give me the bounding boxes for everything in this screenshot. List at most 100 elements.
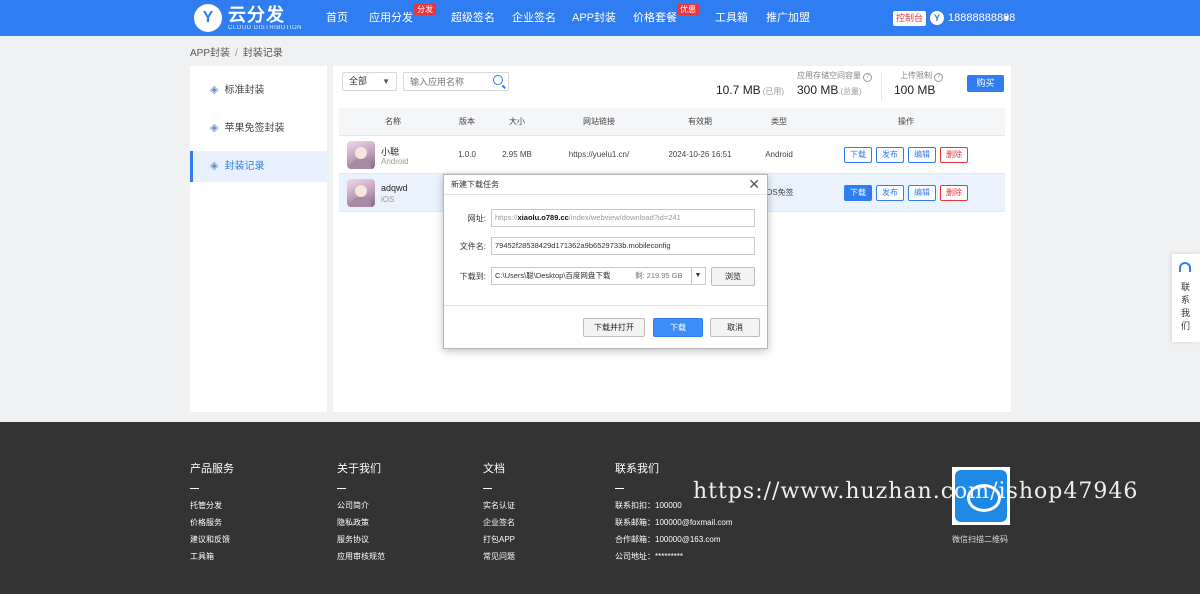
nav-pricing[interactable]: 价格套餐 <box>633 0 677 36</box>
chevron-down-icon: ▼ <box>382 77 390 86</box>
logo-name: 云分发 <box>228 4 285 25</box>
footer-link[interactable]: 公司简介 <box>337 500 369 511</box>
download-button[interactable]: 下载 <box>844 147 872 163</box>
footer-link[interactable]: 应用审核规范 <box>337 551 385 562</box>
nav-badge-discount: 优惠 <box>677 4 699 15</box>
filter-select[interactable]: 全部 ▼ <box>342 72 397 91</box>
column-header: 有效期 <box>688 117 712 126</box>
publish-button[interactable]: 发布 <box>876 185 904 201</box>
help-icon[interactable]: ? <box>934 73 943 82</box>
delete-button[interactable]: 删除 <box>940 185 968 201</box>
app-icon <box>347 141 375 169</box>
qr-caption: 微信扫描二维码 <box>952 535 1008 544</box>
filename-label: 文件名: <box>459 242 486 251</box>
nav-toolbox[interactable]: 工具箱 <box>715 0 748 36</box>
app-type: Android <box>765 150 793 159</box>
footer-col-title: 联系我们 <box>615 463 659 475</box>
nav-badge-distribution: 分发 <box>414 4 436 15</box>
user-avatar[interactable]: Y <box>930 11 944 25</box>
app-size: 2.95 MB <box>502 150 532 159</box>
upload-limit-label: 上传限制? <box>900 70 943 82</box>
sidebar-item-label: 封装记录 <box>224 161 265 172</box>
sidebar-item-apple-free-sign[interactable]: ◈ 苹果免签封装 <box>190 113 327 144</box>
close-icon[interactable]: ✕ <box>748 176 760 193</box>
column-header: 网站链接 <box>583 117 615 126</box>
footer: 产品服务 托管分发 价格服务 建议和反馈 工具箱 关于我们 公司简介 隐私政策 … <box>0 422 1200 594</box>
upload-limit-value: 100 MB <box>894 83 936 97</box>
watermark-text: https://www.huzhan.com/ishop47946 <box>693 479 1139 504</box>
download-dialog: 新建下载任务 ✕ 网址: https://xiaolu.o789.cc/inde… <box>443 174 768 349</box>
download-open-button[interactable]: 下载并打开 <box>583 318 645 337</box>
storage-total: 300 MB (总量) <box>797 83 862 97</box>
footer-link[interactable]: 托管分发 <box>190 500 222 511</box>
footer-link[interactable]: 常见问题 <box>483 551 515 562</box>
cube-icon: ◈ <box>210 122 219 134</box>
breadcrumb-root[interactable]: APP封装 <box>190 48 230 59</box>
footer-link[interactable]: 企业签名 <box>483 517 515 528</box>
contact-us-float[interactable]: 联系我们 <box>1172 254 1200 342</box>
saveto-path: C:\Users\聪\Desktop\百度网盘下载 <box>495 271 611 280</box>
footer-col-title: 产品服务 <box>190 463 234 475</box>
nav-app-wrap[interactable]: APP封装 <box>572 0 616 36</box>
help-icon[interactable]: ? <box>863 73 872 82</box>
footer-dash <box>190 488 199 489</box>
footer-dash <box>483 488 492 489</box>
footer-address: 公司地址：********* <box>615 552 684 561</box>
breadcrumb-separator: / <box>235 48 238 59</box>
footer-col-title: 文档 <box>483 463 505 475</box>
column-header: 操作 <box>898 117 914 126</box>
edit-button[interactable]: 编辑 <box>908 147 936 163</box>
app-icon <box>347 179 375 207</box>
sidebar-item-label: 苹果免签封装 <box>224 123 285 134</box>
chevron-down-icon[interactable]: ▼ <box>691 268 704 284</box>
delete-button[interactable]: 删除 <box>940 147 968 163</box>
footer-link[interactable]: 工具箱 <box>190 551 214 562</box>
contact-us-label: 联系我们 <box>1181 282 1191 331</box>
footer-link[interactable]: 打包APP <box>483 534 515 545</box>
footer-link[interactable]: 建议和反馈 <box>190 534 230 545</box>
logo-icon: Y <box>194 4 222 32</box>
nav-app-distribution[interactable]: 应用分发 <box>369 0 413 36</box>
browse-button[interactable]: 浏览 <box>711 267 755 286</box>
download-confirm-button[interactable]: 下载 <box>653 318 703 337</box>
app-platform: Android <box>381 157 409 166</box>
cube-icon: ◈ <box>210 84 219 96</box>
app-name: adqwd <box>381 183 408 193</box>
free-space: 剩: 219.95 GB <box>635 271 683 280</box>
headset-icon <box>1179 262 1191 272</box>
divider <box>444 305 767 306</box>
storage-used: 10.7 MB (已用) <box>716 83 785 97</box>
breadcrumb-current: 封装记录 <box>242 48 283 59</box>
filename-field[interactable]: 79452f28538429d171362a9b6529733b.mobilec… <box>491 237 755 255</box>
edit-button[interactable]: 编辑 <box>908 185 936 201</box>
footer-link[interactable]: 价格服务 <box>190 517 222 528</box>
nav-promotion[interactable]: 推广加盟 <box>766 0 810 36</box>
chevron-down-icon[interactable]: ▼ <box>1002 0 1011 36</box>
logo-subtitle: CLOUD DISTRIBUTION <box>228 24 303 31</box>
footer-col-title: 关于我们 <box>337 463 381 475</box>
nav-home[interactable]: 首页 <box>326 0 348 36</box>
search-icon[interactable] <box>493 75 503 85</box>
top-header: Y 云分发 CLOUD DISTRIBUTION 首页 应用分发 分发 超级签名… <box>0 0 1200 36</box>
publish-button[interactable]: 发布 <box>876 147 904 163</box>
nav-super-sign[interactable]: 超级签名 <box>451 0 495 36</box>
sidebar-item-standard-wrap[interactable]: ◈ 标准封装 <box>190 75 327 106</box>
footer-contact-email: 联系邮箱：100000@foxmail.com <box>615 518 733 527</box>
url-field[interactable]: https://xiaolu.o789.cc/index/webview/dow… <box>491 209 755 227</box>
footer-link[interactable]: 实名认证 <box>483 500 515 511</box>
storage-label: 应用存储空间容量? <box>797 70 872 82</box>
download-button[interactable]: 下载 <box>844 185 872 201</box>
breadcrumb: APP封装 / 封装记录 <box>190 44 283 59</box>
divider <box>444 194 767 195</box>
cancel-button[interactable]: 取消 <box>710 318 760 337</box>
footer-link[interactable]: 服务协议 <box>337 534 369 545</box>
console-button[interactable]: 控制台 <box>893 11 927 26</box>
footer-link[interactable]: 隐私政策 <box>337 517 369 528</box>
column-header: 类型 <box>771 117 787 126</box>
buy-button[interactable]: 购买 <box>967 75 1004 92</box>
nav-enterprise-sign[interactable]: 企业签名 <box>512 0 556 36</box>
app-url[interactable]: https://yuelu1.cn/ <box>551 136 647 174</box>
saveto-combo[interactable]: C:\Users\聪\Desktop\百度网盘下载 剩: 219.95 GB ▼ <box>491 267 706 285</box>
sidebar-item-wrap-records[interactable]: ◈ 封装记录 <box>190 151 327 182</box>
logo[interactable]: Y 云分发 CLOUD DISTRIBUTION <box>194 4 302 32</box>
